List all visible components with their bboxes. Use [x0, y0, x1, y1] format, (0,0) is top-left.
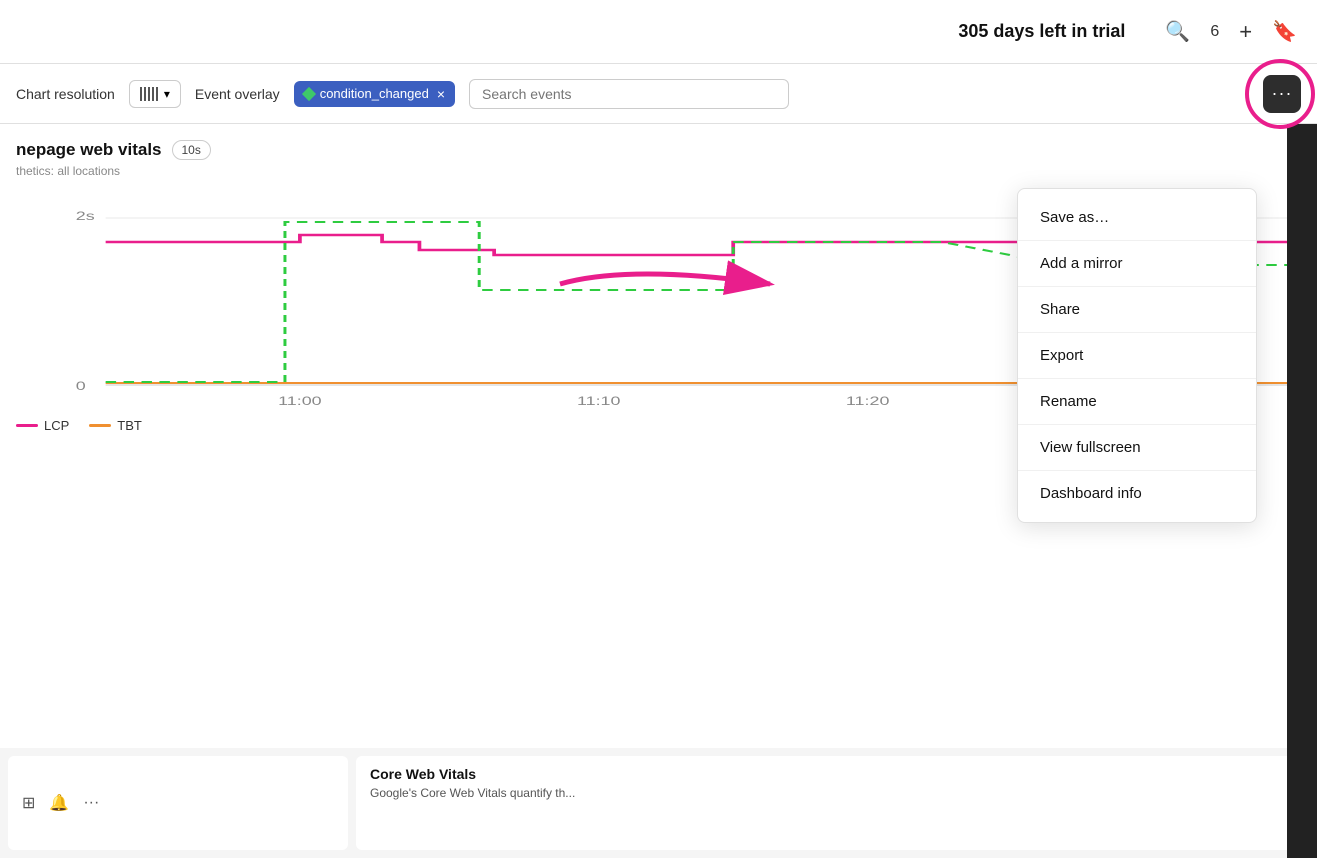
dropdown-item-save-as[interactable]: Save as… [1018, 195, 1256, 241]
top-bar: 305 days left in trial 🔍 6 + 🔖 [0, 0, 1317, 64]
toolbar: Chart resolution ▾ Event overlay conditi… [0, 64, 1317, 124]
right-sidebar [1287, 124, 1317, 858]
chart-title: nepage web vitals [16, 140, 162, 160]
event-overlay-label: Event overlay [195, 86, 280, 102]
bookmark-icon[interactable]: 🔖 [1272, 19, 1297, 44]
dropdown-item-dashboard-info[interactable]: Dashboard info [1018, 471, 1256, 516]
interval-badge: 10s [172, 140, 211, 160]
resolution-icon [140, 87, 158, 101]
dropdown-menu: Save as… Add a mirror Share Export Renam… [1017, 188, 1257, 523]
chart-title-row: nepage web vitals 10s [16, 140, 1301, 160]
bell-icon[interactable]: 🔔 [49, 793, 69, 813]
bottom-panel-left: ⊞ 🔔 ··· [8, 756, 348, 850]
svg-text:11:20: 11:20 [846, 395, 890, 408]
tbt-label: TBT [117, 418, 142, 433]
tbt-line-icon [89, 424, 111, 427]
add-tab-icon[interactable]: + [1239, 19, 1252, 45]
chart-resolution-button[interactable]: ▾ [129, 80, 181, 108]
legend-lcp: LCP [16, 418, 69, 433]
lcp-line-icon [16, 424, 38, 427]
legend-tbt: TBT [89, 418, 142, 433]
dropdown-item-share[interactable]: Share [1018, 287, 1256, 333]
search-events-input[interactable] [469, 79, 789, 109]
event-tag-name: condition_changed [320, 86, 429, 101]
tab-count: 6 [1210, 23, 1219, 41]
bottom-panel-right: Core Web Vitals Google's Core Web Vitals… [356, 756, 1309, 850]
diamond-icon [302, 86, 316, 100]
bottom-panel-desc: Google's Core Web Vitals quantify th... [370, 786, 1295, 800]
search-icon[interactable]: 🔍 [1165, 19, 1190, 44]
svg-text:11:10: 11:10 [577, 395, 621, 408]
bottom-panel-title: Core Web Vitals [370, 766, 1295, 782]
chart-resolution-label: Chart resolution [16, 86, 115, 102]
dropdown-item-view-fullscreen[interactable]: View fullscreen [1018, 425, 1256, 471]
dropdown-item-rename[interactable]: Rename [1018, 379, 1256, 425]
chevron-down-icon: ▾ [164, 87, 170, 101]
svg-text:0: 0 [76, 380, 86, 393]
svg-text:2s: 2s [76, 210, 95, 223]
bottom-more-icon[interactable]: ··· [83, 794, 99, 812]
lcp-label: LCP [44, 418, 69, 433]
dropdown-item-add-mirror[interactable]: Add a mirror [1018, 241, 1256, 287]
event-tag: condition_changed × [294, 81, 455, 107]
add-panel-icon[interactable]: ⊞ [22, 793, 35, 813]
chart-subtitle: thetics: all locations [16, 164, 1301, 178]
trial-text: 305 days left in trial [958, 21, 1125, 42]
dropdown-item-export[interactable]: Export [1018, 333, 1256, 379]
bottom-row: ⊞ 🔔 ··· Core Web Vitals Google's Core We… [0, 748, 1317, 858]
main-content: nepage web vitals 10s thetics: all locat… [0, 124, 1317, 858]
event-tag-close-icon[interactable]: × [437, 86, 445, 102]
more-options-button[interactable]: ··· [1263, 75, 1301, 113]
svg-text:11:00: 11:00 [278, 395, 322, 408]
